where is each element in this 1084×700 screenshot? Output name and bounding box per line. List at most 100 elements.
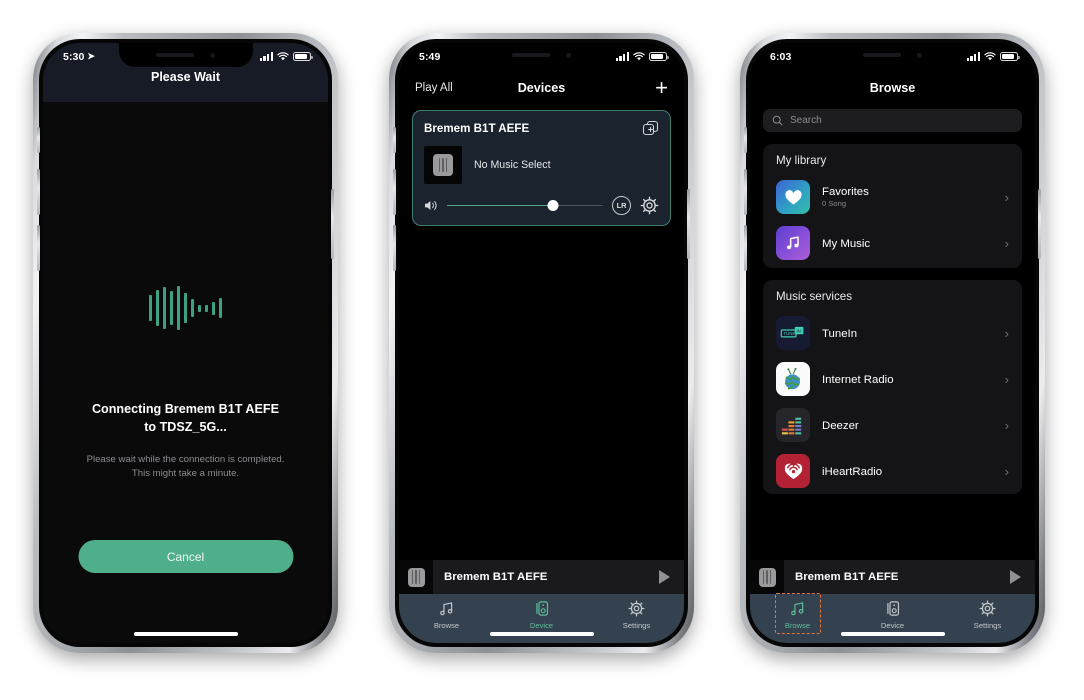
- audio-waveform-icon: [148, 286, 223, 330]
- phone-1-connecting: 5:30 ➤ Please Wait Connecting Bremem B1T…: [33, 33, 338, 653]
- play-icon[interactable]: [659, 570, 670, 584]
- play-all-button[interactable]: Play All: [415, 82, 471, 94]
- volume-icon[interactable]: [424, 199, 438, 212]
- device-card-header: Bremem B1T AEFE: [424, 120, 659, 137]
- front-camera-icon: [566, 52, 571, 58]
- search-icon: [772, 115, 783, 126]
- tab-device-label: Device: [880, 621, 905, 630]
- search-input[interactable]: Search: [763, 109, 1022, 132]
- volume-down-button[interactable]: [744, 225, 747, 271]
- page-title: Browse: [869, 81, 916, 95]
- hint-line-1: Please wait while the connection is comp…: [86, 453, 285, 465]
- home-indicator[interactable]: [489, 631, 594, 636]
- list-item-my-music[interactable]: My Music ›: [763, 220, 1022, 266]
- now-playing-title: Bremem B1T AEFE: [795, 571, 899, 583]
- tab-device[interactable]: Device: [845, 599, 940, 630]
- svg-text:IN: IN: [796, 328, 800, 333]
- volume-down-button[interactable]: [37, 225, 40, 271]
- connecting-title: Connecting Bremem B1T AEFE to TDSZ_5G...: [92, 400, 279, 437]
- power-button[interactable]: [331, 189, 334, 259]
- chevron-right-icon: ›: [1004, 463, 1009, 479]
- album-art-placeholder: [424, 146, 462, 184]
- add-to-group-icon[interactable]: [642, 120, 659, 137]
- heart-icon: [776, 180, 810, 214]
- volume-up-button[interactable]: [744, 169, 747, 215]
- status-time: 6:03: [770, 50, 792, 63]
- cellular-signal-icon: [966, 52, 980, 61]
- earpiece-speaker-icon: [156, 53, 194, 57]
- gear-icon[interactable]: [640, 196, 659, 215]
- plus-icon[interactable]: +: [612, 77, 668, 99]
- battery-icon: [293, 52, 313, 61]
- my-music-label: My Music: [822, 238, 871, 250]
- deezer-text: Deezer: [822, 416, 993, 434]
- internet-radio-text: Internet Radio: [822, 370, 993, 388]
- tunein-logo-icon: TUNE IN: [776, 316, 810, 350]
- my-library-section: My library Favorites 0 Song › My Music ›: [763, 144, 1022, 268]
- home-indicator[interactable]: [133, 631, 238, 636]
- favorites-count: 0 Song: [822, 199, 847, 208]
- list-item-favorites[interactable]: Favorites 0 Song ›: [763, 174, 1022, 220]
- volume-down-button[interactable]: [393, 225, 396, 271]
- list-item-tunein[interactable]: TUNE IN TuneIn ›: [763, 310, 1022, 356]
- iheartradio-text: iHeartRadio: [822, 462, 993, 480]
- mute-switch[interactable]: [37, 127, 40, 153]
- slider-knob[interactable]: [547, 200, 559, 211]
- tab-settings[interactable]: Settings: [940, 599, 1035, 630]
- slider-fill: [447, 204, 554, 207]
- connecting-line-2: to TDSZ_5G...: [144, 420, 227, 435]
- deezer-logo-icon: [776, 408, 810, 442]
- page-title: Devices: [517, 81, 566, 95]
- svg-text:TUNE: TUNE: [783, 331, 795, 336]
- music-services-section: Music services TUNE IN TuneIn › Internet…: [763, 280, 1022, 494]
- mute-switch[interactable]: [744, 127, 747, 153]
- phone-1-navbar: Please Wait: [43, 70, 328, 102]
- now-playing-bar[interactable]: Bremem B1T AEFE: [750, 560, 1035, 594]
- home-indicator[interactable]: [840, 631, 945, 636]
- now-playing-bar[interactable]: Bremem B1T AEFE: [399, 560, 684, 594]
- lr-channel-button[interactable]: LR: [612, 196, 631, 215]
- search-placeholder: Search: [790, 115, 822, 126]
- wifi-icon: [277, 52, 289, 61]
- tab-browse[interactable]: Browse: [750, 593, 845, 634]
- chevron-right-icon: ›: [1004, 371, 1009, 387]
- speaker-icon: [533, 599, 550, 618]
- tab-settings[interactable]: Settings: [589, 599, 684, 630]
- volume-up-button[interactable]: [37, 169, 40, 215]
- phone-2-navbar: Play All Devices +: [399, 70, 684, 106]
- phone-3-screen: 6:03 Browse Search My library Favorites …: [750, 43, 1035, 643]
- tab-settings-label: Settings: [973, 621, 1002, 630]
- wifi-icon: [633, 52, 645, 61]
- phone-3-bezel: 6:03 Browse Search My library Favorites …: [744, 39, 1041, 647]
- tab-device[interactable]: Device: [494, 599, 589, 630]
- speaker-icon: [884, 599, 901, 618]
- iheartradio-label: iHeartRadio: [822, 466, 883, 478]
- volume-up-button[interactable]: [393, 169, 396, 215]
- front-camera-icon: [210, 52, 215, 58]
- speaker-icon: [758, 567, 776, 587]
- list-item-internet-radio[interactable]: Internet Radio ›: [763, 356, 1022, 402]
- globe-antenna-icon: [776, 362, 810, 396]
- power-button[interactable]: [687, 189, 690, 259]
- phone-1-bezel: 5:30 ➤ Please Wait Connecting Bremem B1T…: [37, 39, 334, 647]
- power-button[interactable]: [1038, 189, 1041, 259]
- list-item-iheartradio[interactable]: iHeartRadio ›: [763, 448, 1022, 494]
- play-icon[interactable]: [1010, 570, 1021, 584]
- status-right: [615, 52, 669, 61]
- chevron-right-icon: ›: [1004, 325, 1009, 341]
- connecting-line-1: Connecting Bremem B1T AEFE: [91, 402, 280, 416]
- cancel-button[interactable]: Cancel: [78, 540, 293, 573]
- annotation-highlight-box: [774, 593, 821, 634]
- phone-2-bezel: 5:49 Play All Devices + Bremem B1T AEFE …: [393, 39, 690, 647]
- mute-switch[interactable]: [393, 127, 396, 153]
- battery-icon: [1000, 52, 1020, 61]
- device-card-body: No Music Select: [424, 146, 659, 184]
- list-item-deezer[interactable]: Deezer ›: [763, 402, 1022, 448]
- volume-slider[interactable]: [447, 200, 603, 212]
- gear-icon: [628, 599, 645, 618]
- music-note-icon: [438, 599, 455, 618]
- music-note-icon: [776, 226, 810, 260]
- status-left: 5:30 ➤: [63, 51, 95, 63]
- tab-browse[interactable]: Browse: [399, 599, 494, 630]
- device-card[interactable]: Bremem B1T AEFE No Music Select LR: [412, 110, 671, 226]
